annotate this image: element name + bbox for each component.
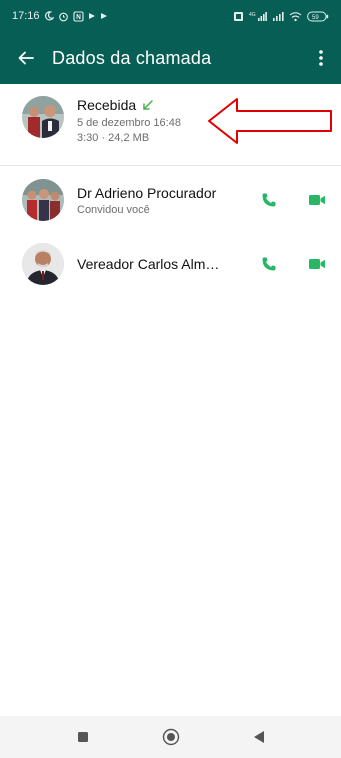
- status-right: 4G 59: [233, 11, 329, 22]
- screen: 17:16 4G 59 Dados da chamada Recebida 5 …: [0, 0, 341, 758]
- call-type: Recebida: [77, 97, 137, 113]
- participant-name: Vereador Carlos Alm…: [77, 256, 220, 272]
- voice-call-button[interactable]: [257, 188, 281, 212]
- video-camera-icon: [309, 195, 325, 205]
- status-left: 17:16: [12, 10, 108, 22]
- back-nav-button[interactable]: [247, 725, 271, 749]
- svg-text:59: 59: [312, 15, 319, 21]
- status-bar: 17:16 4G 59: [0, 0, 341, 32]
- play-icon: [88, 12, 96, 20]
- avatar: [22, 243, 64, 285]
- nfc-icon: [72, 10, 84, 22]
- sim-icon: [233, 11, 244, 22]
- app-bar: Dados da chamada: [0, 32, 341, 84]
- battery-icon: 59: [307, 11, 329, 22]
- call-type-line: Recebida: [77, 96, 181, 114]
- call-duration-size: 3:30 · 24,2 MB: [77, 132, 150, 144]
- wifi-icon: [289, 11, 302, 22]
- voice-call-button[interactable]: [257, 252, 281, 276]
- alarm-icon: [58, 11, 69, 22]
- participant-actions: [257, 252, 341, 276]
- play-icon-2: [100, 12, 108, 20]
- circle-icon: [162, 728, 179, 746]
- svg-text:4G: 4G: [249, 12, 256, 18]
- divider: [0, 165, 341, 166]
- moon-icon: [44, 11, 54, 21]
- call-received-icon: [143, 99, 153, 110]
- home-button[interactable]: [159, 725, 183, 749]
- participant-actions: [257, 188, 341, 212]
- participant-status: Convidou você: [77, 203, 150, 216]
- system-nav-bar: [0, 716, 341, 758]
- video-call-button[interactable]: [305, 188, 329, 212]
- participant-text: Vereador Carlos Alm…: [77, 256, 247, 272]
- more-options-button[interactable]: [309, 42, 333, 74]
- more-vert-icon: [319, 50, 323, 66]
- participant-row[interactable]: Dr Adrieno Procurador Convidou você: [0, 174, 341, 226]
- annotation-arrow-icon: [208, 98, 332, 144]
- page-title: Dados da chamada: [52, 47, 212, 68]
- phone-icon: [262, 193, 276, 207]
- avatar-group: [22, 96, 64, 138]
- video-call-button[interactable]: [305, 252, 329, 276]
- arrow-left-icon: [18, 51, 34, 65]
- video-camera-icon: [309, 259, 325, 269]
- call-text: Recebida 5 de dezembro 16:48 3:30 · 24,2…: [77, 96, 181, 144]
- square-icon: [77, 732, 88, 742]
- phone-icon: [262, 257, 276, 271]
- status-time: 17:16: [12, 10, 40, 22]
- avatar: [22, 179, 64, 221]
- triangle-back-icon: [253, 731, 264, 743]
- signal-icon: [272, 11, 284, 22]
- back-button[interactable]: [10, 42, 42, 74]
- participant-name: Dr Adrieno Procurador: [77, 184, 217, 201]
- participant-row[interactable]: Vereador Carlos Alm…: [0, 238, 341, 290]
- signal-4g-icon: 4G: [249, 11, 267, 22]
- participant-text: Dr Adrieno Procurador Convidou você: [77, 185, 247, 216]
- recents-button[interactable]: [71, 725, 95, 749]
- call-date: 5 de dezembro 16:48: [77, 117, 181, 129]
